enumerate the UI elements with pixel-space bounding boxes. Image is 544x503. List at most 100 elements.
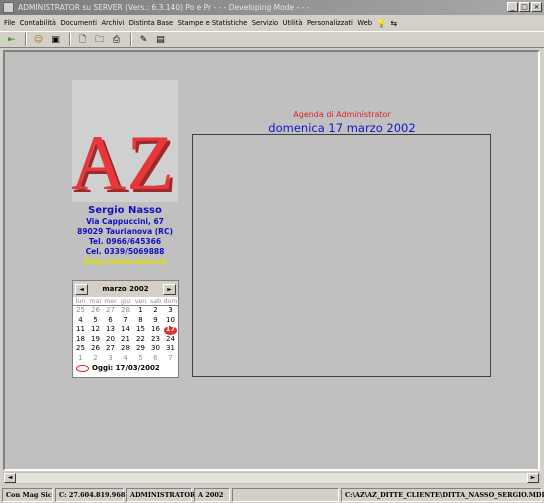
toolbar-separator: [25, 33, 27, 46]
menu-web[interactable]: Web: [357, 19, 372, 27]
calendar-day[interactable]: 18: [73, 335, 88, 345]
menu-archivi[interactable]: Archivi: [101, 19, 124, 27]
today-number: 17: [165, 325, 176, 333]
calendar-days: 25 26 27 28 1 2 3 4 5 6 7 8 9 10 11 12 1…: [73, 306, 178, 363]
weekday-label: mar: [89, 298, 102, 305]
calendar-day[interactable]: 26: [88, 344, 103, 354]
calendar-day[interactable]: 29: [133, 344, 148, 354]
menu-servizio[interactable]: Servizio: [252, 19, 278, 27]
menu-utilita[interactable]: Utilità: [283, 19, 303, 27]
weekday-label: sab: [149, 298, 162, 305]
calendar-day[interactable]: 6: [148, 354, 163, 364]
menu-file[interactable]: File: [4, 19, 15, 27]
maximize-button[interactable]: □: [519, 2, 530, 12]
calendar-day[interactable]: 28: [118, 344, 133, 354]
edit-icon[interactable]: ✎: [136, 33, 151, 47]
calendar-day[interactable]: 21: [118, 335, 133, 345]
menu-contabilita[interactable]: Contabilità: [20, 19, 56, 27]
calendar-day[interactable]: 16: [148, 325, 163, 335]
company-cel: Cel. 0339/5069888: [85, 247, 165, 256]
calendar-day[interactable]: 14: [118, 325, 133, 335]
scroll-right-button[interactable]: ►: [527, 473, 539, 483]
print-icon[interactable]: ⎙: [109, 33, 124, 47]
menu-distinta-base[interactable]: Distinta Base: [129, 19, 173, 27]
open-folder-icon[interactable]: 🗀: [92, 33, 107, 47]
company-info: Sergio Nasso Via Cappuccini, 67 89029 Ta…: [72, 204, 178, 267]
calendar-day[interactable]: 23: [148, 335, 163, 345]
agenda-date: domenica 17 marzo 2002: [268, 121, 416, 135]
calendar-day[interactable]: 3: [103, 354, 118, 364]
minimize-button[interactable]: _: [507, 2, 518, 12]
weekday-label: mer: [104, 298, 117, 305]
horizontal-scrollbar[interactable]: ◄ ►: [3, 472, 540, 484]
window-title: ADMINISTRATOR su SERVER (Vers.: 6.3.140)…: [18, 3, 310, 12]
calendar-day[interactable]: 26: [88, 306, 103, 316]
menu-personalizzati[interactable]: Personalizzati: [307, 19, 353, 27]
logo-text: AZ: [72, 119, 174, 202]
calendar-day[interactable]: 2: [148, 306, 163, 316]
calendar-day[interactable]: 28: [118, 306, 133, 316]
new-document-icon[interactable]: 🗋: [75, 33, 90, 47]
menu-bar: File Contabilità Documenti Archivi Disti…: [0, 16, 544, 30]
calendar-day[interactable]: 1: [73, 354, 88, 364]
close-button[interactable]: ×: [531, 2, 542, 12]
prev-month-button[interactable]: ◄: [75, 283, 88, 295]
status-panel-year: A 2002: [194, 487, 230, 502]
status-panel-empty: [232, 487, 339, 502]
calendar-day[interactable]: 11: [73, 325, 88, 335]
help-icon[interactable]: 💡: [376, 19, 386, 28]
calendar-day[interactable]: 31: [163, 344, 178, 354]
calendar-day[interactable]: 7: [163, 354, 178, 364]
calendar-day[interactable]: 8: [133, 316, 148, 326]
calendar-day[interactable]: 15: [133, 325, 148, 335]
calendar-day[interactable]: 10: [163, 316, 178, 326]
calendar-day[interactable]: 1: [133, 306, 148, 316]
user-icon[interactable]: ☺: [31, 33, 46, 47]
status-panel-user: ADMINISTRATOR: [126, 487, 195, 502]
calendar-day[interactable]: 25: [73, 306, 88, 316]
company-tel: Tel. 0966/645366: [88, 237, 162, 246]
exit-icon[interactable]: ⇤: [4, 33, 19, 47]
title-bar: ADMINISTRATOR su SERVER (Vers.: 6.3.140)…: [0, 0, 544, 15]
calendar-header: ◄ marzo 2002 ►: [73, 281, 178, 297]
calendar-today-link[interactable]: Oggi: 17/03/2002: [73, 364, 178, 372]
window-controls: _ □ ×: [507, 2, 542, 12]
calculator-icon[interactable]: ▤: [153, 33, 168, 47]
calendar-day[interactable]: 30: [148, 344, 163, 354]
calendar-day[interactable]: 6: [103, 316, 118, 326]
calendar-day[interactable]: 25: [73, 344, 88, 354]
calendar-day[interactable]: 2: [88, 354, 103, 364]
menu-documenti[interactable]: Documenti: [60, 19, 97, 27]
calendar-day[interactable]: 22: [133, 335, 148, 345]
calendar-day[interactable]: 7: [118, 316, 133, 326]
status-panel-disk: C: 27.604.819.968: [55, 487, 125, 502]
calendar-day[interactable]: 4: [73, 316, 88, 326]
calendar-day[interactable]: 13: [103, 325, 118, 335]
company-name: Sergio Nasso: [88, 205, 162, 216]
today-marker-icon: [76, 364, 89, 372]
calendar-month-title: marzo 2002: [102, 285, 149, 293]
scroll-left-button[interactable]: ◄: [4, 473, 16, 483]
save-icon[interactable]: ▣: [48, 33, 63, 47]
app-icon: [3, 2, 14, 13]
menu-stampe-statistiche[interactable]: Stampe e Statistiche: [178, 19, 248, 27]
agenda-panel[interactable]: [192, 134, 491, 377]
calendar-day[interactable]: 5: [88, 316, 103, 326]
calendar-day[interactable]: 5: [133, 354, 148, 364]
calendar-day[interactable]: 24: [163, 335, 178, 345]
toolbar-separator: [69, 33, 71, 46]
calendar-day[interactable]: 3: [163, 306, 178, 316]
calendar-day[interactable]: 12: [88, 325, 103, 335]
window-switch-icon[interactable]: ⇆: [390, 19, 397, 28]
company-web-link[interactable]: http://www.nasso.it: [72, 257, 178, 267]
next-month-button[interactable]: ►: [163, 283, 176, 295]
calendar-day[interactable]: 27: [103, 344, 118, 354]
toolbar-separator: [130, 33, 132, 46]
calendar-day[interactable]: 27: [103, 306, 118, 316]
calendar-day[interactable]: 4: [118, 354, 133, 364]
weekday-label: lun: [75, 298, 86, 305]
calendar-day[interactable]: 19: [88, 335, 103, 345]
calendar-day-today[interactable]: 17: [163, 325, 178, 335]
calendar-day[interactable]: 9: [148, 316, 163, 326]
calendar-day[interactable]: 20: [103, 335, 118, 345]
